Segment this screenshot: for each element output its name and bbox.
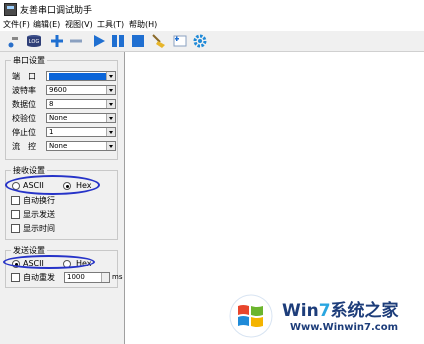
watermark-brand: Win7系统之家 bbox=[282, 296, 399, 321]
parity-select[interactable]: None bbox=[46, 113, 116, 123]
clear-icon[interactable] bbox=[150, 33, 166, 49]
toolbar: LOG bbox=[0, 31, 424, 52]
parity-value: None bbox=[49, 114, 68, 122]
chevron-down-icon[interactable] bbox=[106, 100, 115, 108]
stop-icon[interactable] bbox=[130, 33, 146, 49]
watermark-brand-suffix: 系统之家 bbox=[330, 301, 399, 321]
stopbits-value: 1 bbox=[49, 128, 54, 136]
add-icon[interactable] bbox=[49, 33, 65, 49]
port-value bbox=[49, 73, 106, 80]
menu-tools[interactable]: 工具(T) bbox=[97, 19, 124, 30]
menu-help[interactable]: 帮助(H) bbox=[129, 19, 157, 30]
windows-logo-icon bbox=[226, 294, 276, 338]
annotation-circle bbox=[3, 255, 95, 269]
menu-edit[interactable]: 编辑(E) bbox=[33, 19, 60, 30]
menu-view[interactable]: 视图(V) bbox=[65, 19, 93, 30]
baud-select[interactable]: 9600 bbox=[46, 85, 116, 95]
pause-icon[interactable] bbox=[110, 33, 126, 49]
title-bar: 友善串口调试助手 bbox=[0, 0, 424, 18]
menu-bar: 文件(F) 编辑(E) 视图(V) 工具(T) 帮助(H) bbox=[0, 18, 424, 31]
port-select[interactable] bbox=[46, 71, 116, 81]
annotation-circle bbox=[5, 175, 100, 195]
watermark-brand-prefix: Win bbox=[282, 301, 319, 321]
flow-value: None bbox=[49, 142, 68, 150]
auto-wrap-label: 自动换行 bbox=[23, 196, 55, 205]
auto-resend-checkbox[interactable] bbox=[11, 273, 20, 282]
show-send-label: 显示发送 bbox=[23, 210, 55, 219]
chevron-down-icon[interactable] bbox=[106, 72, 115, 80]
log-icon[interactable]: LOG bbox=[26, 33, 42, 49]
interval-unit: ms bbox=[112, 273, 123, 281]
serial-settings-title: 串口设置 bbox=[11, 55, 47, 66]
menu-file[interactable]: 文件(F) bbox=[3, 19, 30, 30]
connect-icon[interactable] bbox=[6, 33, 22, 49]
flow-label: 流 控 bbox=[12, 142, 36, 151]
stopbits-select[interactable]: 1 bbox=[46, 127, 116, 137]
databits-select[interactable]: 8 bbox=[46, 99, 116, 109]
chevron-down-icon[interactable] bbox=[106, 114, 115, 122]
watermark-url: Www.Winwin7.com bbox=[290, 322, 399, 333]
resend-interval-value: 1000 bbox=[67, 273, 85, 281]
show-time-label: 显示时间 bbox=[23, 224, 55, 233]
auto-resend-label: 自动重发 bbox=[23, 273, 55, 282]
auto-wrap-checkbox[interactable] bbox=[11, 196, 20, 205]
serial-settings-group: 串口设置 端 口 波特率 9600 数据位 8 校验位 None 停止位 1 流… bbox=[5, 55, 118, 160]
insert-icon[interactable] bbox=[172, 33, 188, 49]
remove-icon[interactable] bbox=[68, 33, 84, 49]
flow-select[interactable]: None bbox=[46, 141, 116, 151]
receive-settings-group: 接收设置 ASCII Hex 自动换行 显示发送 显示时间 bbox=[5, 165, 118, 240]
settings-pane: 串口设置 端 口 波特率 9600 数据位 8 校验位 None 停止位 1 流… bbox=[0, 52, 122, 344]
stopbits-label: 停止位 bbox=[12, 128, 36, 137]
watermark-brand-number: 7 bbox=[318, 301, 331, 321]
baud-value: 9600 bbox=[49, 86, 67, 94]
port-label: 端 口 bbox=[12, 72, 36, 81]
resend-interval-input[interactable]: 1000 bbox=[64, 272, 110, 283]
baud-label: 波特率 bbox=[12, 86, 36, 95]
spinner-arrows-icon[interactable] bbox=[101, 273, 109, 282]
show-send-checkbox[interactable] bbox=[11, 210, 20, 219]
databits-value: 8 bbox=[49, 100, 54, 108]
parity-label: 校验位 bbox=[12, 114, 36, 123]
chevron-down-icon[interactable] bbox=[106, 142, 115, 150]
chevron-down-icon[interactable] bbox=[106, 86, 115, 94]
play-icon[interactable] bbox=[91, 33, 107, 49]
settings-icon[interactable] bbox=[192, 33, 208, 49]
app-icon bbox=[4, 3, 17, 16]
databits-label: 数据位 bbox=[12, 100, 36, 109]
svg-text:LOG: LOG bbox=[29, 39, 40, 45]
chevron-down-icon[interactable] bbox=[106, 128, 115, 136]
send-settings-group: 发送设置 ASCII Hex 自动重发 1000 ms bbox=[3, 245, 122, 288]
window-title: 友善串口调试助手 bbox=[20, 6, 93, 16]
show-time-checkbox[interactable] bbox=[11, 224, 20, 233]
